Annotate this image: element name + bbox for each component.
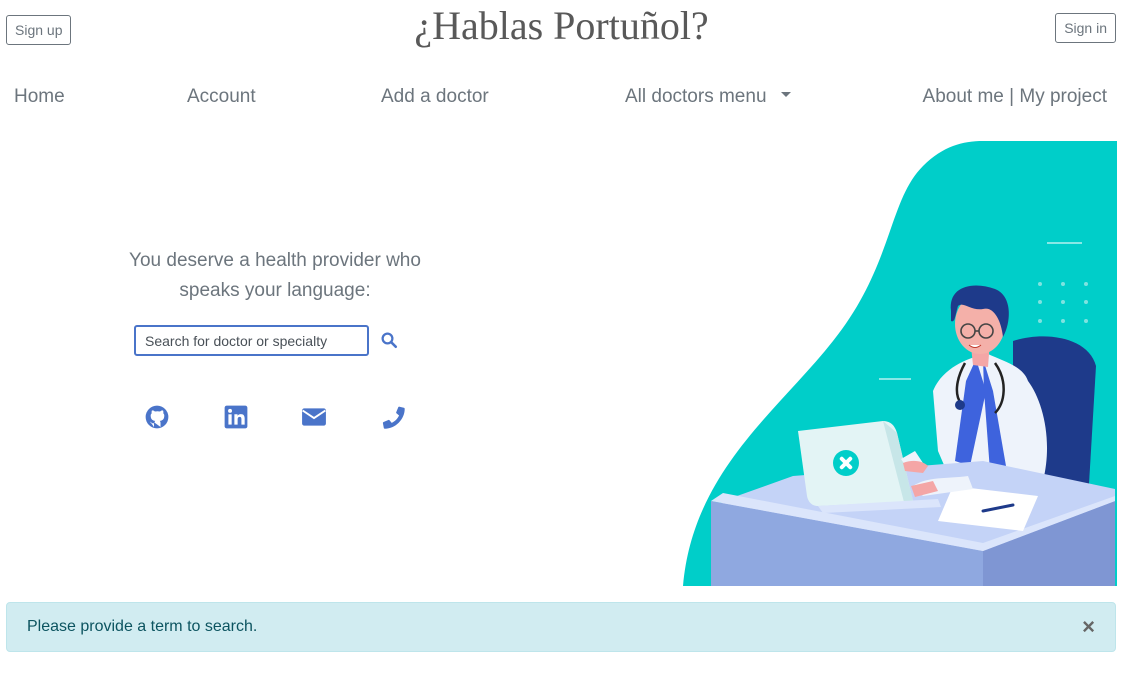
search-icon[interactable] xyxy=(380,331,398,349)
linkedin-icon[interactable] xyxy=(223,404,249,430)
doctor-illustration xyxy=(683,141,1117,586)
github-icon[interactable] xyxy=(144,404,170,430)
tagline-line-1: You deserve a health provider who xyxy=(129,250,421,271)
sign-in-button[interactable]: Sign in xyxy=(1055,13,1116,43)
search-alert: Please provide a term to search. × xyxy=(6,602,1116,652)
site-title: ¿Hablas Portuñol? xyxy=(414,3,709,48)
caret-down-icon xyxy=(780,92,791,98)
tagline-line-2: speaks your language: xyxy=(179,280,371,301)
alert-message: Please provide a term to search. xyxy=(27,618,258,635)
nav-about[interactable]: About me | My project xyxy=(923,86,1107,108)
nav-all-doctors-label: All doctors menu xyxy=(625,86,767,107)
close-icon[interactable]: × xyxy=(1082,616,1095,638)
main-nav: Home Account Add a doctor All doctors me… xyxy=(0,86,1123,112)
nav-home[interactable]: Home xyxy=(14,86,65,108)
nav-account[interactable]: Account xyxy=(187,86,256,108)
search-form xyxy=(134,325,398,356)
nav-add-doctor[interactable]: Add a doctor xyxy=(381,86,489,108)
phone-icon[interactable] xyxy=(380,404,406,430)
email-icon[interactable] xyxy=(301,404,327,430)
search-input[interactable] xyxy=(134,325,369,356)
tagline: You deserve a health provider who speaks… xyxy=(110,246,440,306)
nav-all-doctors-dropdown[interactable]: All doctors menu xyxy=(625,86,791,108)
